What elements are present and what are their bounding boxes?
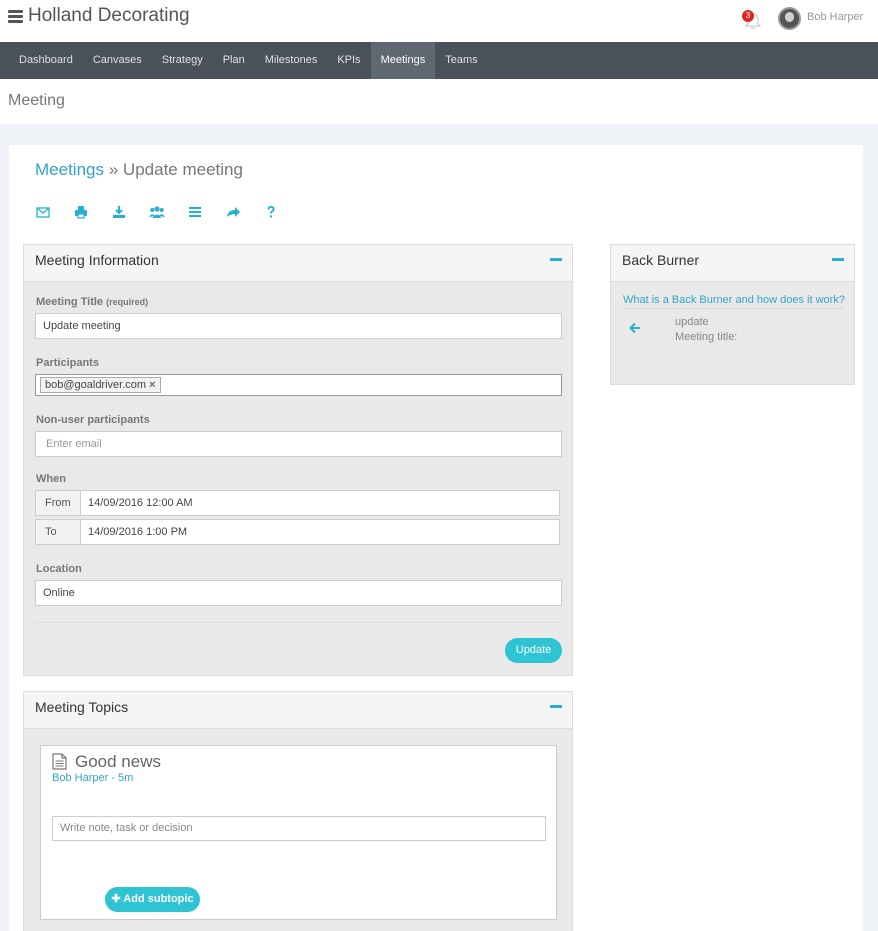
breadcrumb-current: Update meeting <box>122 160 243 179</box>
notification-badge: 3 <box>742 10 754 22</box>
non-user-participants-label: Non-user participants <box>36 414 150 426</box>
nav-dashboard[interactable]: Dashboard <box>9 42 83 79</box>
note-input[interactable]: Write note, task or decision <box>52 816 546 841</box>
nav-kpis[interactable]: KPIs <box>327 42 370 79</box>
remove-participant-icon[interactable]: × <box>149 379 155 391</box>
back-burner-help-link[interactable]: What is a Back Burner and how does it wo… <box>623 294 845 306</box>
print-icon[interactable] <box>73 204 89 220</box>
participants-icon[interactable] <box>149 204 165 220</box>
non-user-email-input[interactable]: Enter email <box>35 431 562 457</box>
meeting-information-header: Meeting Information <box>24 245 572 282</box>
company-name: Holland Decorating <box>28 5 190 26</box>
notifications-bell[interactable]: 3 <box>742 10 764 32</box>
plus-icon: ✚ <box>111 893 121 905</box>
meeting-title-label: Meeting Title (required) <box>36 296 148 308</box>
required-note: (required) <box>106 297 149 307</box>
meeting-topics-panel: Meeting Topics Good news Bob Harper - 5m… <box>23 691 573 931</box>
to-addon: To <box>36 520 81 544</box>
back-burner-panel: Back Burner What is a Back Burner and ho… <box>610 244 855 385</box>
topic-title[interactable]: Good news <box>75 752 161 772</box>
help-icon[interactable] <box>263 204 279 220</box>
main-nav: Dashboard Canvases Strategy Plan Milesto… <box>0 42 878 79</box>
hamburger-menu-icon[interactable] <box>8 9 23 23</box>
to-datetime-field[interactable]: To 14/09/2016 1:00 PM <box>35 519 560 545</box>
from-datetime-field[interactable]: From 14/09/2016 12:00 AM <box>35 490 560 516</box>
location-label: Location <box>36 563 82 575</box>
topic-card: Good news Bob Harper - 5m Write note, ta… <box>40 745 557 920</box>
breadcrumb: Meetings » Update meeting <box>35 160 243 180</box>
nav-canvases[interactable]: Canvases <box>83 42 152 79</box>
nav-meetings[interactable]: Meetings <box>370 42 436 79</box>
top-bar: Holland Decorating 3 Bob Harper <box>0 0 878 42</box>
form-divider <box>35 622 562 623</box>
topic-meta: Bob Harper - 5m <box>52 772 134 784</box>
share-icon[interactable] <box>225 204 241 220</box>
main-card: Meetings » Update meeting Meeting Inform… <box>9 145 863 931</box>
participants-input[interactable]: bob@goaldriver.com × <box>35 374 562 396</box>
back-burner-item-meta: Meeting title: <box>675 331 738 343</box>
to-value[interactable]: 14/09/2016 1:00 PM <box>88 520 187 544</box>
nav-teams[interactable]: Teams <box>435 42 487 79</box>
meeting-information-title: Meeting Information <box>35 252 159 268</box>
back-burner-header: Back Burner <box>611 245 854 282</box>
meeting-title-label-text: Meeting Title <box>36 296 104 308</box>
breadcrumb-separator: » <box>108 160 119 179</box>
update-button[interactable]: Update <box>505 638 562 663</box>
add-subtopic-label: Add subtopic <box>123 893 194 905</box>
from-value[interactable]: 14/09/2016 12:00 AM <box>88 491 193 515</box>
participant-tag: bob@goaldriver.com × <box>40 377 161 393</box>
list-icon[interactable] <box>187 204 203 220</box>
avatar[interactable] <box>778 7 801 30</box>
participants-label: Participants <box>36 357 99 369</box>
collapse-minus-icon[interactable] <box>832 258 844 261</box>
meeting-information-panel: Meeting Information Meeting Title (requi… <box>23 244 573 676</box>
brand[interactable]: Holland Decorating <box>8 5 190 27</box>
nav-strategy[interactable]: Strategy <box>152 42 213 79</box>
nav-milestones[interactable]: Milestones <box>255 42 328 79</box>
when-label: When <box>36 473 66 485</box>
meeting-title-input[interactable]: Update meeting <box>35 313 562 339</box>
back-burner-item-text: update <box>675 316 709 328</box>
participant-email: bob@goaldriver.com <box>45 379 147 391</box>
back-burner-title: Back Burner <box>622 252 700 268</box>
page-header: Meeting <box>0 79 878 124</box>
meeting-topics-title: Meeting Topics <box>35 699 129 715</box>
collapse-minus-icon[interactable] <box>550 705 562 708</box>
breadcrumb-meetings-link[interactable]: Meetings <box>35 160 104 179</box>
back-burner-divider <box>623 308 843 309</box>
location-input[interactable]: Online <box>35 580 562 606</box>
page-title: Meeting <box>8 92 65 109</box>
meeting-topics-header: Meeting Topics <box>24 692 572 729</box>
nav-plan[interactable]: Plan <box>213 42 255 79</box>
add-subtopic-button[interactable]: ✚ Add subtopic <box>105 887 200 912</box>
arrow-left-icon[interactable] <box>629 322 641 334</box>
user-name[interactable]: Bob Harper <box>807 11 863 23</box>
document-icon <box>52 753 67 770</box>
collapse-minus-icon[interactable] <box>550 258 562 261</box>
email-icon[interactable] <box>35 204 51 220</box>
download-icon[interactable] <box>111 204 127 220</box>
from-addon: From <box>36 491 81 515</box>
